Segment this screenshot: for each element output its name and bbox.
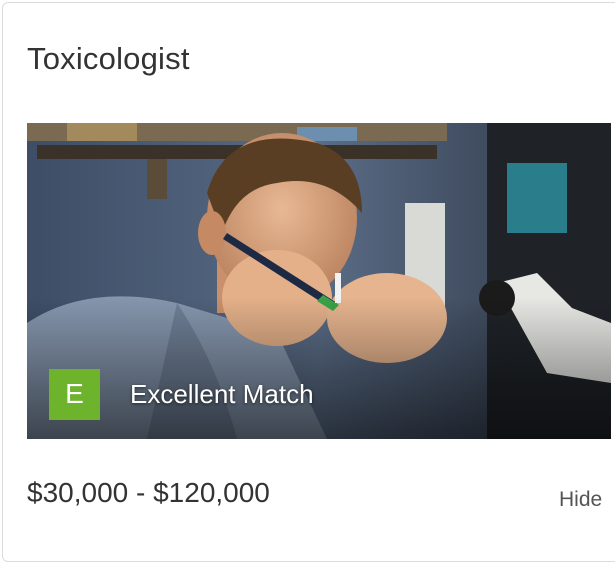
career-title[interactable]: Toxicologist [27,41,190,77]
hide-button[interactable]: Hide [559,488,602,512]
career-card[interactable]: Toxicologist E Excellent Match $30,000 -… [2,2,615,562]
match-badge: E [49,368,100,420]
career-photo[interactable]: E Excellent Match [27,123,611,439]
salary-range: $30,000 - $120,000 [27,477,270,508]
match-indicator: E Excellent Match [49,368,314,420]
match-label: Excellent Match [130,378,314,409]
